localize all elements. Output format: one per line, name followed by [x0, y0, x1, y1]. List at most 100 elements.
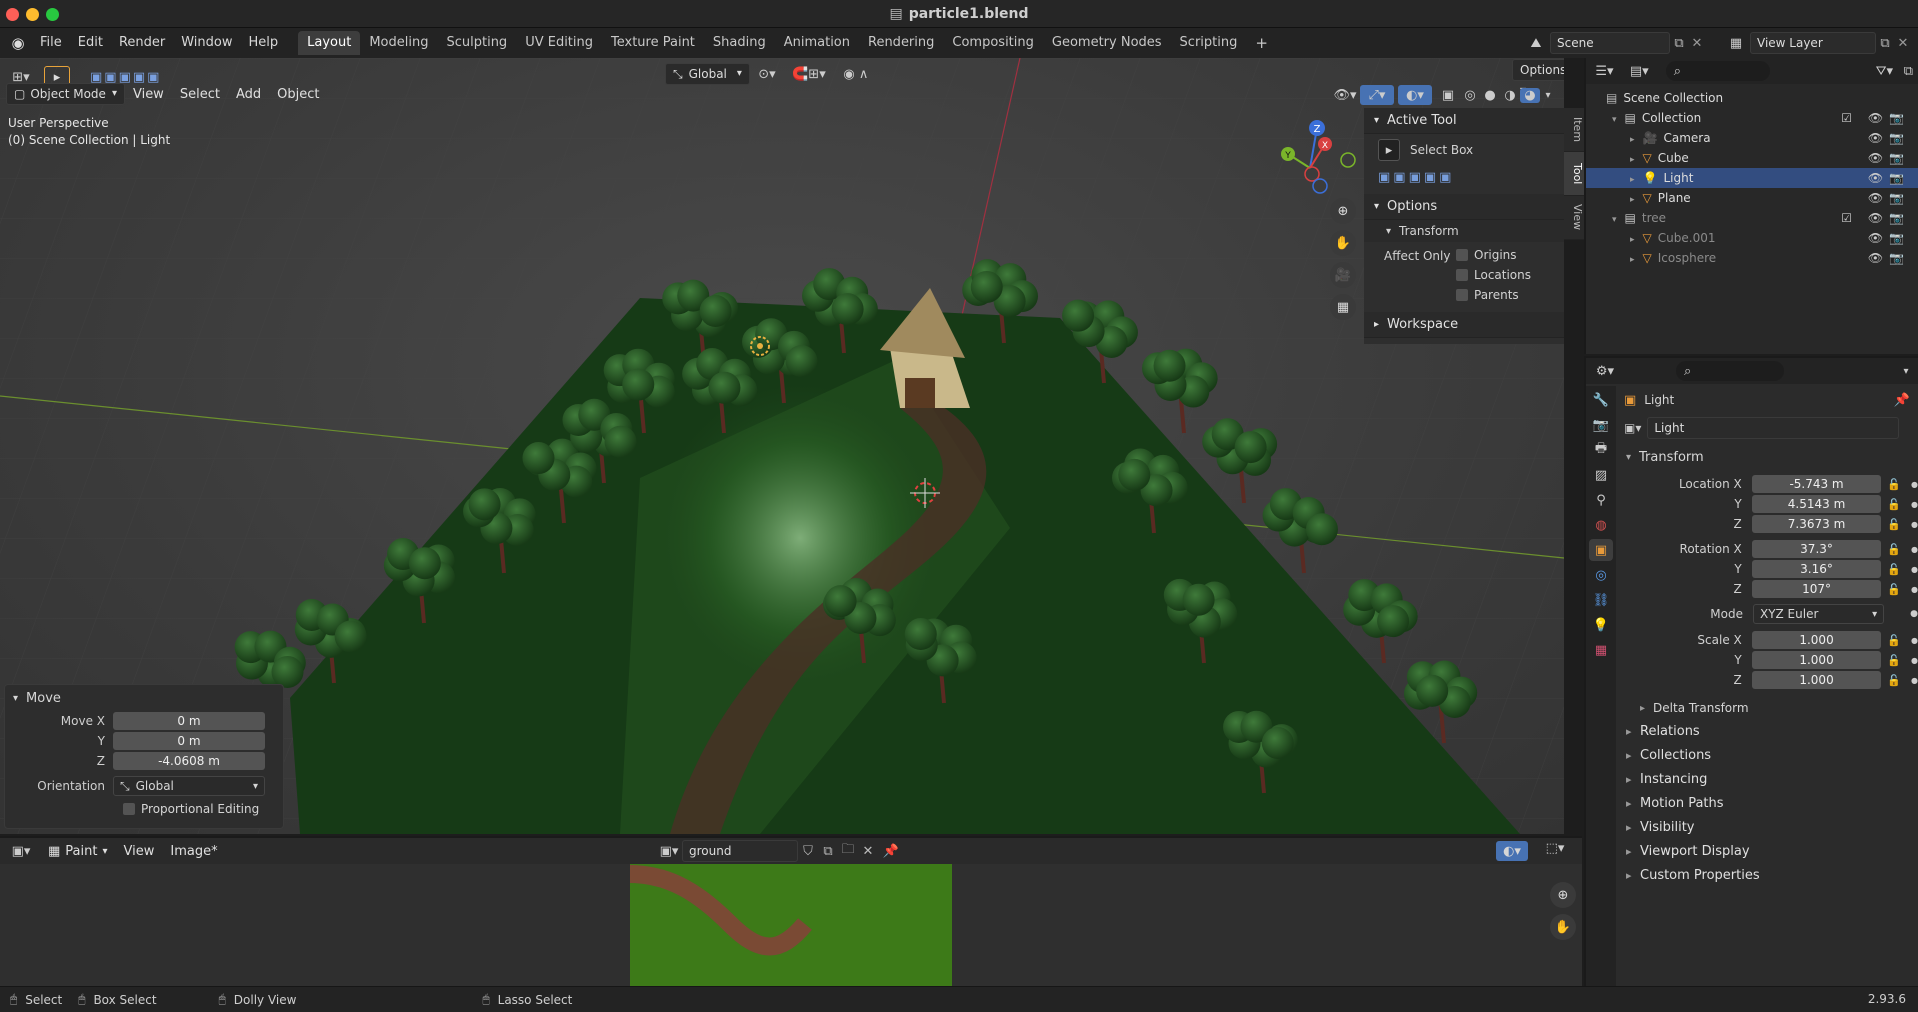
- delete-view-layer-icon[interactable]: ✕: [1894, 36, 1912, 51]
- outliner-row-plane[interactable]: ▸ ▽ Plane 👁📷: [1586, 188, 1918, 208]
- scale-field[interactable]: 1.000: [1751, 651, 1882, 669]
- tab-compositing[interactable]: Compositing: [943, 31, 1043, 55]
- options-header[interactable]: ▾ Options: [1364, 194, 1564, 220]
- checkbox-box[interactable]: [1456, 249, 1468, 261]
- tab-uv-editing[interactable]: UV Editing: [516, 31, 602, 55]
- expand-icon[interactable]: ▸: [1630, 255, 1635, 265]
- location-field[interactable]: 7.3673 m: [1751, 515, 1882, 533]
- pivot-icon[interactable]: ⊙▾: [750, 67, 784, 82]
- physics-tab-icon[interactable]: ◎: [1589, 564, 1613, 586]
- visibility-toggles[interactable]: 👁📷: [1868, 148, 1910, 168]
- animate-dot-icon[interactable]: ●: [1911, 545, 1918, 554]
- panel-viewport-display[interactable]: Viewport Display: [1618, 840, 1918, 864]
- scene-icon[interactable]: ⛰: [1522, 36, 1550, 51]
- add-workspace-button[interactable]: +: [1246, 31, 1277, 55]
- new-collection-icon[interactable]: ⧉: [1899, 64, 1918, 79]
- visibility-toggles[interactable]: 👁📷: [1868, 248, 1910, 268]
- datablock-icon[interactable]: ▣▾: [1624, 421, 1641, 435]
- outliner-row-icosphere[interactable]: ▸ ▽ Icosphere 👁📷: [1586, 248, 1918, 268]
- panel-relations[interactable]: Relations: [1618, 720, 1918, 744]
- outliner-row-camera[interactable]: ▸ 🎥 Camera 👁📷: [1586, 128, 1918, 148]
- delete-scene-icon[interactable]: ✕: [1688, 36, 1706, 51]
- location-field[interactable]: -5.743 m: [1751, 475, 1882, 493]
- animate-dot-icon[interactable]: ●: [1911, 565, 1918, 574]
- lock-icon[interactable]: 🔓: [1887, 478, 1901, 491]
- scale-field[interactable]: 1.000: [1751, 671, 1882, 689]
- outliner-row-scene-collection[interactable]: ▤ Scene Collection: [1586, 88, 1918, 108]
- view-layer-tab-icon[interactable]: ▨: [1589, 464, 1613, 486]
- menu-help[interactable]: Help: [241, 32, 287, 54]
- tab-scripting[interactable]: Scripting: [1171, 31, 1247, 55]
- overlay-toggle-icon[interactable]: ◐▾: [1496, 841, 1528, 861]
- output-tab-icon[interactable]: 🖶: [1589, 439, 1613, 461]
- tab-shading[interactable]: Shading: [704, 31, 775, 55]
- animate-dot-icon[interactable]: ●: [1911, 480, 1918, 489]
- checkbox-box[interactable]: [1456, 289, 1468, 301]
- scale-field[interactable]: 1.000: [1751, 631, 1882, 649]
- image-name-field[interactable]: ground: [682, 840, 798, 862]
- viewport-menu-object[interactable]: Object: [269, 87, 327, 102]
- origins-checkbox[interactable]: Origins: [1456, 248, 1517, 262]
- tab-modeling[interactable]: Modeling: [360, 31, 437, 55]
- scene-tab-icon[interactable]: ⚲: [1589, 489, 1613, 511]
- sidebar-tab-view[interactable]: View: [1564, 196, 1584, 240]
- outliner-row-cube[interactable]: ▸ ▽ Cube 👁📷: [1586, 148, 1918, 168]
- tab-geometry-nodes[interactable]: Geometry Nodes: [1043, 31, 1171, 55]
- rotation-field[interactable]: 3.16°: [1751, 560, 1882, 578]
- locations-checkbox[interactable]: Locations: [1456, 268, 1531, 282]
- viewport-menu-select[interactable]: Select: [172, 87, 228, 102]
- object-name-field[interactable]: Light: [1647, 417, 1900, 439]
- proportional-edit-icon[interactable]: ◉ ∧: [834, 67, 878, 82]
- options-dropdown[interactable]: Options ▾: [1512, 59, 1564, 97]
- move-x-field[interactable]: 0 m: [113, 712, 265, 730]
- outliner-search-input[interactable]: ⌕: [1665, 61, 1770, 81]
- chevron-down-icon[interactable]: ▾: [1896, 366, 1916, 377]
- transform-subheader[interactable]: ▾ Transform: [1364, 220, 1564, 242]
- new-scene-icon[interactable]: ⧉: [1670, 36, 1688, 51]
- animate-dot-icon[interactable]: ●: [1911, 520, 1918, 529]
- unlink-image-icon[interactable]: ✕: [858, 844, 878, 859]
- menu-window[interactable]: Window: [173, 32, 240, 54]
- xray-icon[interactable]: ▣: [1436, 88, 1460, 103]
- view-layer-icon[interactable]: ▦: [1722, 36, 1750, 51]
- animate-dot-icon[interactable]: ●: [1911, 636, 1918, 645]
- expand-icon[interactable]: ▸: [1630, 235, 1635, 245]
- visibility-toggles[interactable]: 👁📷: [1868, 128, 1910, 148]
- rotation-field[interactable]: 107°: [1751, 580, 1882, 598]
- collapse-icon[interactable]: ▾: [1612, 115, 1617, 125]
- filter-icon[interactable]: ⛛▾: [1870, 64, 1899, 79]
- pan-hand-icon[interactable]: ✋: [1550, 914, 1576, 940]
- move-z-field[interactable]: -4.0608 m: [113, 752, 265, 770]
- new-view-layer-icon[interactable]: ⧉: [1876, 36, 1894, 51]
- tab-sculpting[interactable]: Sculpting: [437, 31, 516, 55]
- outliner-row-tree[interactable]: ▾ ▤ tree ☑ 👁📷: [1586, 208, 1918, 228]
- tab-animation[interactable]: Animation: [775, 31, 859, 55]
- collapse-icon[interactable]: ▾: [1612, 215, 1617, 225]
- visibility-toggles[interactable]: 👁📷: [1868, 228, 1910, 248]
- wireframe-shading-icon[interactable]: ◎: [1460, 88, 1480, 103]
- delta-transform-header[interactable]: ▸ Delta Transform: [1618, 696, 1918, 720]
- lock-icon[interactable]: 🔓: [1887, 498, 1901, 511]
- sidebar-tab-tool[interactable]: Tool: [1564, 152, 1584, 196]
- overlay-toggle-icon[interactable]: ◐▾: [1398, 85, 1432, 105]
- lock-icon[interactable]: 🔓: [1887, 583, 1901, 596]
- image-menu-image[interactable]: Image*: [162, 844, 225, 859]
- fake-user-icon[interactable]: ⛉: [798, 844, 818, 859]
- location-field[interactable]: 4.5143 m: [1751, 495, 1882, 513]
- solid-shading-icon[interactable]: ●: [1480, 88, 1500, 103]
- viewport-menu-view[interactable]: View: [125, 87, 172, 102]
- lock-icon[interactable]: 🔓: [1887, 518, 1901, 531]
- animate-dot-icon[interactable]: ●: [1911, 585, 1918, 594]
- expand-icon[interactable]: ▸: [1630, 135, 1635, 145]
- move-panel-header[interactable]: ▾ Move: [5, 685, 283, 711]
- tab-texture-paint[interactable]: Texture Paint: [602, 31, 704, 55]
- expand-icon[interactable]: ▸: [1630, 175, 1635, 185]
- transform-panel-header[interactable]: ▾ Transform: [1618, 444, 1918, 470]
- material-shading-icon[interactable]: ◑: [1500, 88, 1520, 103]
- animate-dot-icon[interactable]: ●: [1910, 609, 1918, 619]
- tab-layout[interactable]: Layout: [298, 31, 361, 55]
- menu-edit[interactable]: Edit: [70, 32, 111, 54]
- display-channels-icon[interactable]: ⬚▾: [1538, 841, 1572, 856]
- panel-motion-paths[interactable]: Motion Paths: [1618, 792, 1918, 816]
- panel-instancing[interactable]: Instancing: [1618, 768, 1918, 792]
